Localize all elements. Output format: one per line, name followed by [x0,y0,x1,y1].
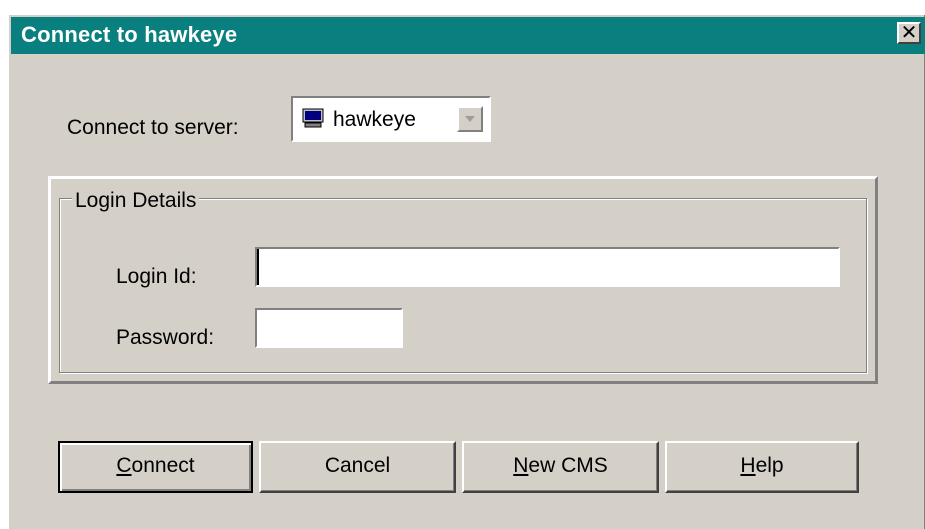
password-label: Password: [116,326,215,349]
connect-label: onnect [131,454,195,477]
server-dropdown[interactable]: hawkeye [291,96,491,142]
help-label: elp [755,454,784,477]
connect-mnemonic: C [116,454,132,477]
close-icon: ✕ [900,22,918,44]
cancel-button[interactable]: Cancel [259,441,456,493]
new-cms-label: ew CMS [528,454,608,477]
server-label: Connect to server: [67,116,239,139]
window-title: Connect to hawkeye [21,22,238,47]
close-button[interactable]: ✕ [897,22,921,44]
login-id-input[interactable] [255,247,840,287]
connect-button[interactable]: Connect [58,441,253,493]
title-bar[interactable]: Connect to hawkeye ✕ [11,17,925,54]
new-cms-mnemonic: N [513,454,529,477]
login-id-label: Login Id: [116,265,197,288]
chevron-down-icon [465,116,475,122]
password-input[interactable] [255,308,403,348]
server-selected-value: hawkeye [333,108,416,131]
new-cms-button[interactable]: New CMS [462,441,659,493]
dropdown-arrow-button[interactable] [457,106,483,132]
computer-icon [302,108,324,128]
help-button[interactable]: Help [665,441,859,493]
help-mnemonic: H [740,454,756,477]
cancel-label: Cancel [324,454,391,477]
login-details-legend: Login Details [72,189,200,213]
